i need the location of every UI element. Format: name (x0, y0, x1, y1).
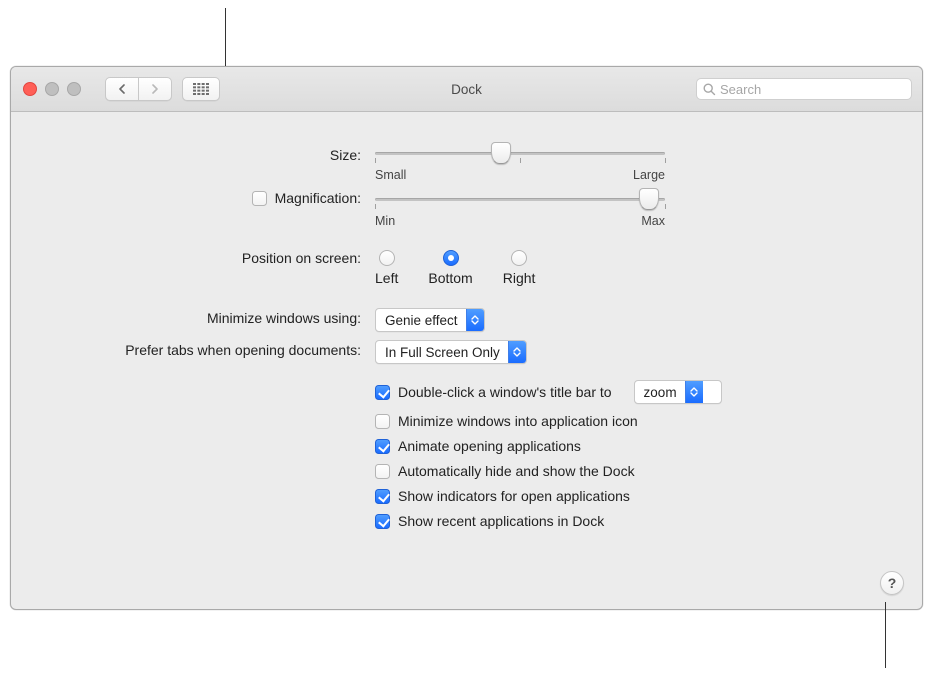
option-label: Animate opening applications (398, 438, 581, 454)
option-row: Automatically hide and show the Dock (375, 463, 922, 479)
option-label: Automatically hide and show the Dock (398, 463, 635, 479)
doubleclick-action-popup[interactable]: zoom (634, 380, 722, 404)
position-radio-bottom[interactable]: Bottom (428, 250, 472, 286)
size-max-label: Large (633, 168, 665, 182)
chevron-right-icon (151, 84, 159, 94)
nav-back-forward (105, 77, 172, 101)
radio-icon (511, 250, 527, 266)
preferences-window: Dock Search Size: (10, 66, 923, 610)
magnification-min-label: Min (375, 214, 395, 228)
position-radio-group: Left Bottom Right (375, 250, 922, 286)
zoom-button[interactable] (67, 82, 81, 96)
size-label: Size: (11, 144, 361, 163)
show-all-button[interactable] (182, 77, 220, 101)
radio-icon (443, 250, 459, 266)
doubleclick-action-value: zoom (635, 385, 685, 400)
close-button[interactable] (23, 82, 37, 96)
size-min-label: Small (375, 168, 406, 182)
minimize-button[interactable] (45, 82, 59, 96)
back-button[interactable] (105, 77, 139, 101)
minimize-using-label: Minimize windows using: (11, 308, 361, 326)
position-label: Position on screen: (11, 250, 361, 266)
help-icon: ? (888, 575, 897, 591)
magnification-label: Magnification: (275, 190, 361, 206)
prefer-tabs-value: In Full Screen Only (376, 345, 508, 360)
option-checkbox[interactable] (375, 414, 390, 429)
search-placeholder: Search (720, 82, 761, 97)
magnification-slider[interactable]: Min Max (375, 190, 665, 228)
stepper-arrows-icon (466, 309, 484, 331)
option-row: Show indicators for open applications (375, 488, 922, 504)
chevron-left-icon (118, 84, 126, 94)
position-radio-label: Bottom (428, 270, 472, 286)
minimize-effect-value: Genie effect (376, 313, 466, 328)
callout-line-bottom (885, 602, 886, 668)
preferences-content: Size: Small Large (11, 112, 922, 609)
prefer-tabs-popup[interactable]: In Full Screen Only (375, 340, 527, 364)
option-checkbox[interactable] (375, 489, 390, 504)
forward-button[interactable] (139, 77, 172, 101)
size-slider[interactable]: Small Large (375, 144, 665, 182)
position-radio-right[interactable]: Right (503, 250, 536, 286)
option-row: Animate opening applications (375, 438, 922, 454)
window-controls (11, 82, 81, 96)
option-checkbox[interactable] (375, 439, 390, 454)
option-label: Show recent applications in Dock (398, 513, 604, 529)
option-row: Show recent applications in Dock (375, 513, 922, 529)
callout-line-top (225, 8, 226, 66)
position-radio-label: Left (375, 270, 398, 286)
window-toolbar: Dock Search (11, 67, 922, 112)
minimize-effect-popup[interactable]: Genie effect (375, 308, 485, 332)
option-label: Show indicators for open applications (398, 488, 630, 504)
search-icon (703, 83, 716, 96)
doubleclick-checkbox[interactable] (375, 385, 390, 400)
radio-icon (379, 250, 395, 266)
magnification-slider-knob[interactable] (639, 188, 659, 210)
doubleclick-label: Double-click a window's title bar to (398, 384, 612, 400)
grid-icon (193, 83, 209, 95)
magnification-checkbox[interactable] (252, 191, 267, 206)
size-slider-knob[interactable] (491, 142, 511, 164)
position-radio-left[interactable]: Left (375, 250, 398, 286)
option-checkbox[interactable] (375, 514, 390, 529)
stepper-arrows-icon (508, 341, 526, 363)
stepper-arrows-icon (685, 381, 703, 403)
prefer-tabs-label: Prefer tabs when opening documents: (11, 340, 361, 358)
option-row: Minimize windows into application icon (375, 413, 922, 429)
position-radio-label: Right (503, 270, 536, 286)
magnification-max-label: Max (641, 214, 665, 228)
help-button[interactable]: ? (880, 571, 904, 595)
search-input[interactable]: Search (696, 78, 912, 100)
option-label: Minimize windows into application icon (398, 413, 638, 429)
option-checkbox[interactable] (375, 464, 390, 479)
